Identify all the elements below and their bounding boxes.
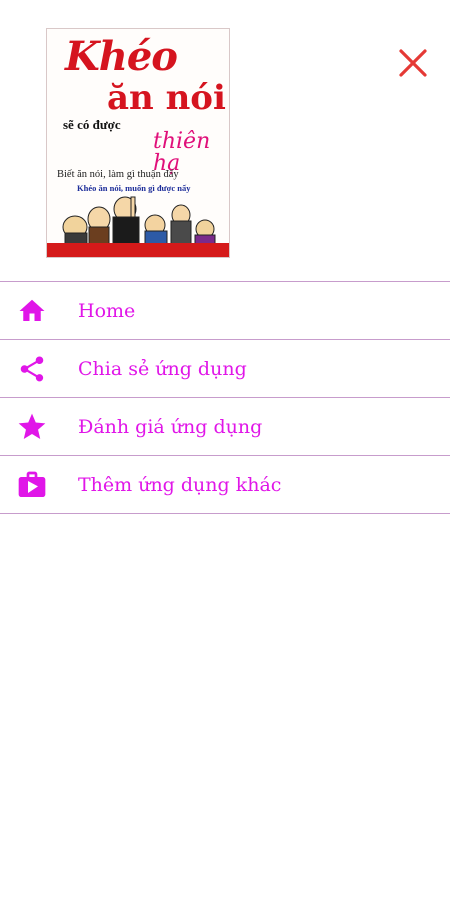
menu-item-more-apps[interactable]: Thêm ứng dụng khác [0, 455, 450, 514]
menu-item-label: Home [78, 299, 136, 322]
cover-title-line2: ăn nói [107, 78, 226, 118]
home-icon [16, 295, 48, 327]
navigation-menu: Home Chia sẻ ứng dụng Đánh giá ứng dụng … [0, 281, 450, 514]
store-icon [16, 469, 48, 501]
menu-item-label: Đánh giá ứng dụng [78, 415, 263, 438]
book-cover-image: Khéo ăn nói sẽ có được thiên hạ Biết ăn … [46, 28, 230, 258]
cover-title-line1: Khéo [65, 33, 178, 80]
star-icon [16, 411, 48, 443]
drawer-header: Khéo ăn nói sẽ có được thiên hạ Biết ăn … [0, 0, 450, 280]
close-icon [399, 49, 427, 77]
menu-item-rate[interactable]: Đánh giá ứng dụng [0, 397, 450, 455]
menu-item-label: Chia sẻ ứng dụng [78, 357, 247, 380]
menu-item-label: Thêm ứng dụng khác [78, 473, 282, 496]
close-button[interactable] [390, 40, 436, 86]
cover-illustration [62, 196, 216, 249]
menu-item-share[interactable]: Chia sẻ ứng dụng [0, 339, 450, 397]
menu-item-home[interactable]: Home [0, 281, 450, 339]
cover-subtitle-line1: sẽ có được [63, 117, 121, 132]
cover-tagline1: Biết ăn nói, làm gì thuận đấy [57, 169, 179, 180]
share-icon [16, 353, 48, 385]
cover-red-bar [47, 243, 229, 257]
